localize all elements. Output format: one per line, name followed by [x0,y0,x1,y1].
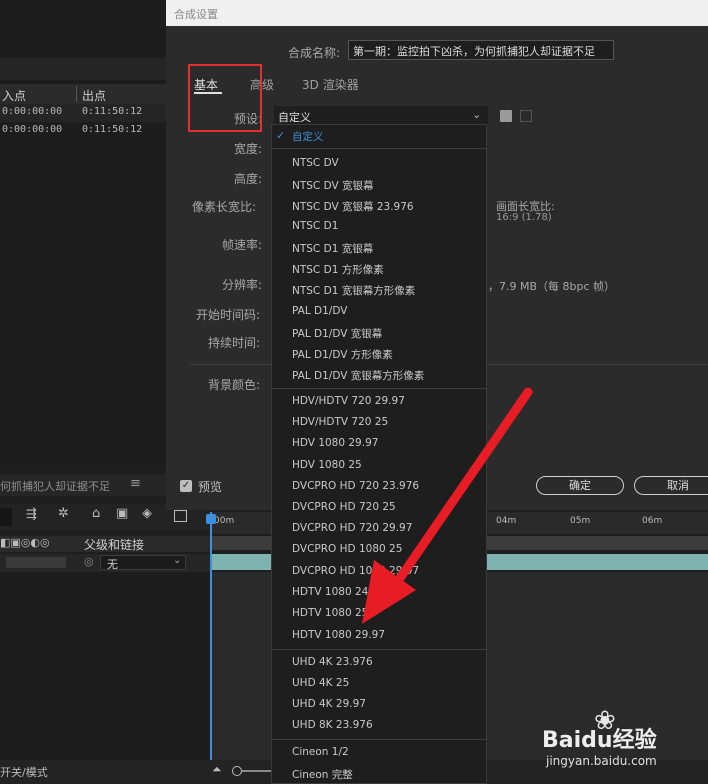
watermark-brand: Baidu经验 [542,728,657,753]
watermark: ❀ Baidu经验 jingyan.baidu.com [540,706,708,784]
arrow-shaft [391,387,533,589]
annotation-arrow [362,387,533,624]
watermark-url: jingyan.baidu.com [546,754,657,768]
